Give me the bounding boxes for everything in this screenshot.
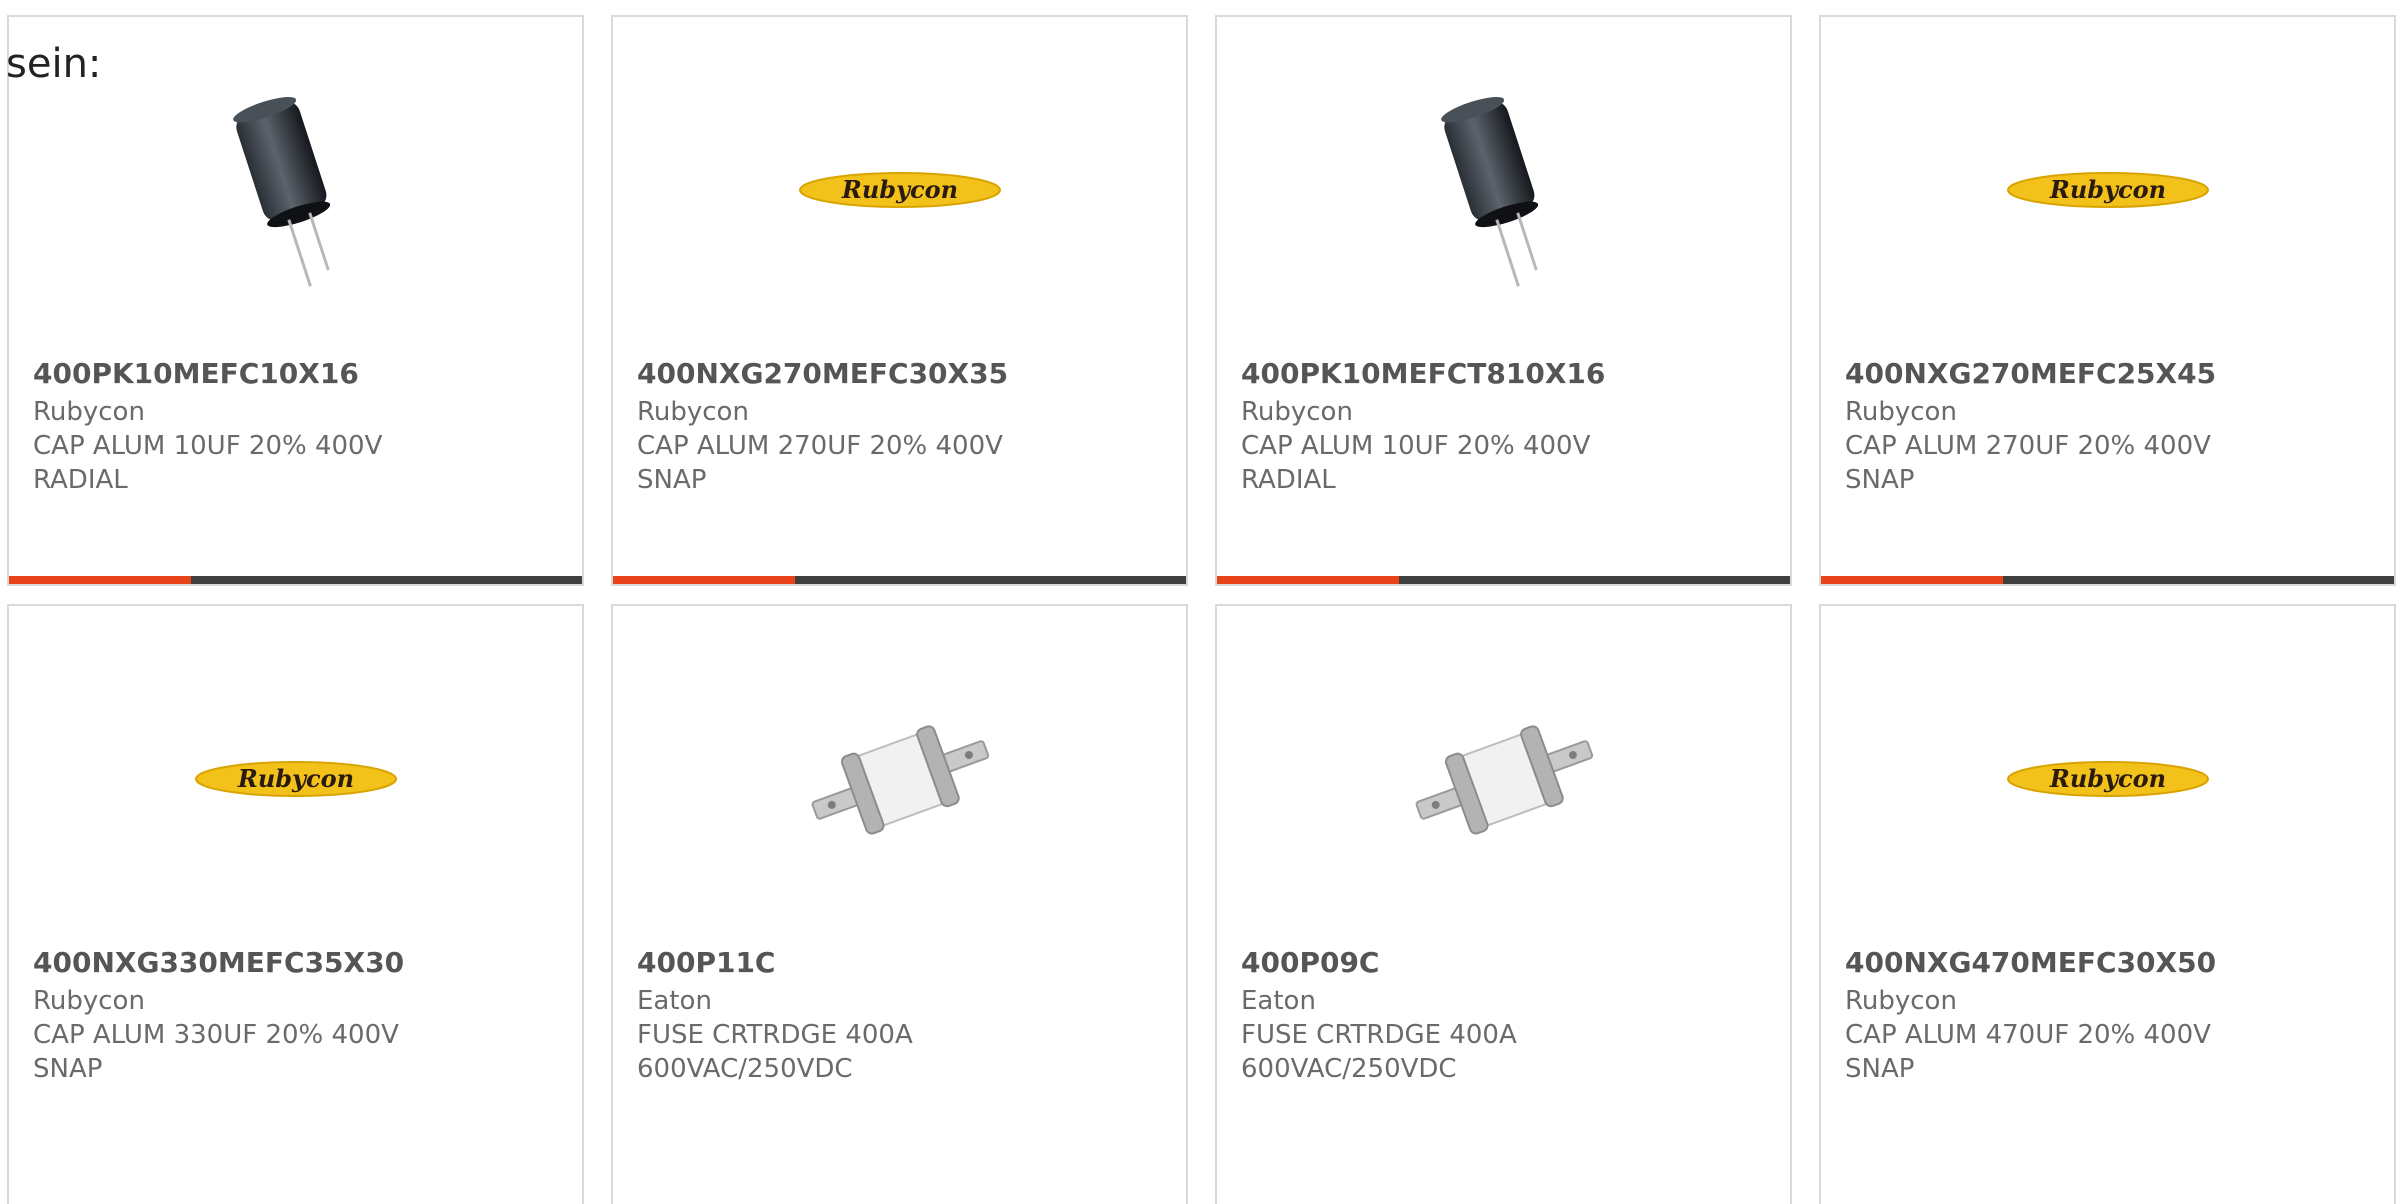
card-accent <box>613 576 795 584</box>
description-cont: SNAP <box>1845 1054 1915 1084</box>
card-bottom-bar <box>1217 576 1790 584</box>
manufacturer: Rubycon <box>1845 397 1957 427</box>
product-card[interactable]: Rubycon 400NXG330MEFC35X30 Rubycon CAP A… <box>7 604 584 1204</box>
part-number[interactable]: 400PK10MEFCT810X16 <box>1241 357 1770 391</box>
part-number[interactable]: 400PK10MEFC10X16 <box>33 357 562 391</box>
logo-text: Rubycon <box>840 175 957 204</box>
rubycon-logo-icon: Rubycon <box>2006 761 2209 797</box>
part-number[interactable]: 400NXG470MEFC30X50 <box>1845 946 2374 980</box>
card-bottom-bar <box>9 576 582 584</box>
card-bottom-bar <box>613 576 1186 584</box>
product-image[interactable] <box>1399 85 1609 295</box>
rubycon-logo-icon: Rubycon <box>2006 172 2209 208</box>
card-accent <box>1217 576 1399 584</box>
description: CAP ALUM 10UF 20% 400V <box>1241 431 1591 461</box>
manufacturer: Eaton <box>1241 986 1316 1016</box>
capacitor-icon <box>1440 97 1538 287</box>
part-number[interactable]: 400NXG270MEFC25X45 <box>1845 357 2374 391</box>
manufacturer: Rubycon <box>33 986 145 1016</box>
card-accent <box>1821 576 2003 584</box>
description-cont: SNAP <box>1845 465 1915 495</box>
description: FUSE CRTRDGE 400A <box>1241 1020 1517 1050</box>
description: CAP ALUM 270UF 20% 400V <box>1845 431 2211 461</box>
part-number[interactable]: 400P09C <box>1241 946 1770 980</box>
rubycon-logo-icon: Rubycon <box>798 172 1001 208</box>
product-image[interactable]: Rubycon <box>2003 85 2213 295</box>
description: CAP ALUM 330UF 20% 400V <box>33 1020 399 1050</box>
description-cont: 600VAC/250VDC <box>637 1054 853 1084</box>
logo-text: Rubycon <box>2048 175 2165 204</box>
logo-text: Rubycon <box>236 764 353 793</box>
description: CAP ALUM 270UF 20% 400V <box>637 431 1003 461</box>
description-cont: RADIAL <box>33 465 128 495</box>
logo-text: Rubycon <box>2048 764 2165 793</box>
capacitor-icon <box>232 97 330 287</box>
description: CAP ALUM 10UF 20% 400V <box>33 431 383 461</box>
product-image[interactable] <box>191 85 401 295</box>
product-image[interactable] <box>795 674 1005 884</box>
product-card[interactable]: Rubycon 400NXG270MEFC25X45 Rubycon CAP A… <box>1819 15 2396 586</box>
description: CAP ALUM 470UF 20% 400V <box>1845 1020 2211 1050</box>
product-card[interactable]: 400PK10MEFCT810X16 Rubycon CAP ALUM 10UF… <box>1215 15 1792 586</box>
intro-text: sein: <box>6 41 102 87</box>
description-cont: SNAP <box>33 1054 103 1084</box>
card-accent <box>9 576 191 584</box>
product-card[interactable]: 400PK10MEFC10X16 Rubycon CAP ALUM 10UF 2… <box>7 15 584 586</box>
description-cont: RADIAL <box>1241 465 1336 495</box>
product-image[interactable] <box>1399 674 1609 884</box>
product-card[interactable]: Rubycon 400NXG270MEFC30X35 Rubycon CAP A… <box>611 15 1188 586</box>
description-cont: 600VAC/250VDC <box>1241 1054 1457 1084</box>
manufacturer: Rubycon <box>637 397 749 427</box>
product-card[interactable]: 400P11C Eaton FUSE CRTRDGE 400A 600VAC/2… <box>611 604 1188 1204</box>
product-grid: 400PK10MEFC10X16 Rubycon CAP ALUM 10UF 2… <box>0 0 2400 1204</box>
product-card[interactable]: Rubycon 400NXG470MEFC30X50 Rubycon CAP A… <box>1819 604 2396 1204</box>
product-image[interactable]: Rubycon <box>2003 674 2213 884</box>
card-bottom-bar <box>1821 576 2394 584</box>
product-image[interactable]: Rubycon <box>795 85 1005 295</box>
manufacturer: Rubycon <box>1845 986 1957 1016</box>
description: FUSE CRTRDGE 400A <box>637 1020 913 1050</box>
part-number[interactable]: 400NXG270MEFC30X35 <box>637 357 1166 391</box>
manufacturer: Rubycon <box>33 397 145 427</box>
part-number[interactable]: 400NXG330MEFC35X30 <box>33 946 562 980</box>
rubycon-logo-icon: Rubycon <box>194 761 397 797</box>
fuse-icon <box>811 725 989 835</box>
manufacturer: Eaton <box>637 986 712 1016</box>
manufacturer: Rubycon <box>1241 397 1353 427</box>
fuse-icon <box>1415 725 1593 835</box>
product-card[interactable]: 400P09C Eaton FUSE CRTRDGE 400A 600VAC/2… <box>1215 604 1792 1204</box>
part-number[interactable]: 400P11C <box>637 946 1166 980</box>
product-image[interactable]: Rubycon <box>191 674 401 884</box>
description-cont: SNAP <box>637 465 707 495</box>
